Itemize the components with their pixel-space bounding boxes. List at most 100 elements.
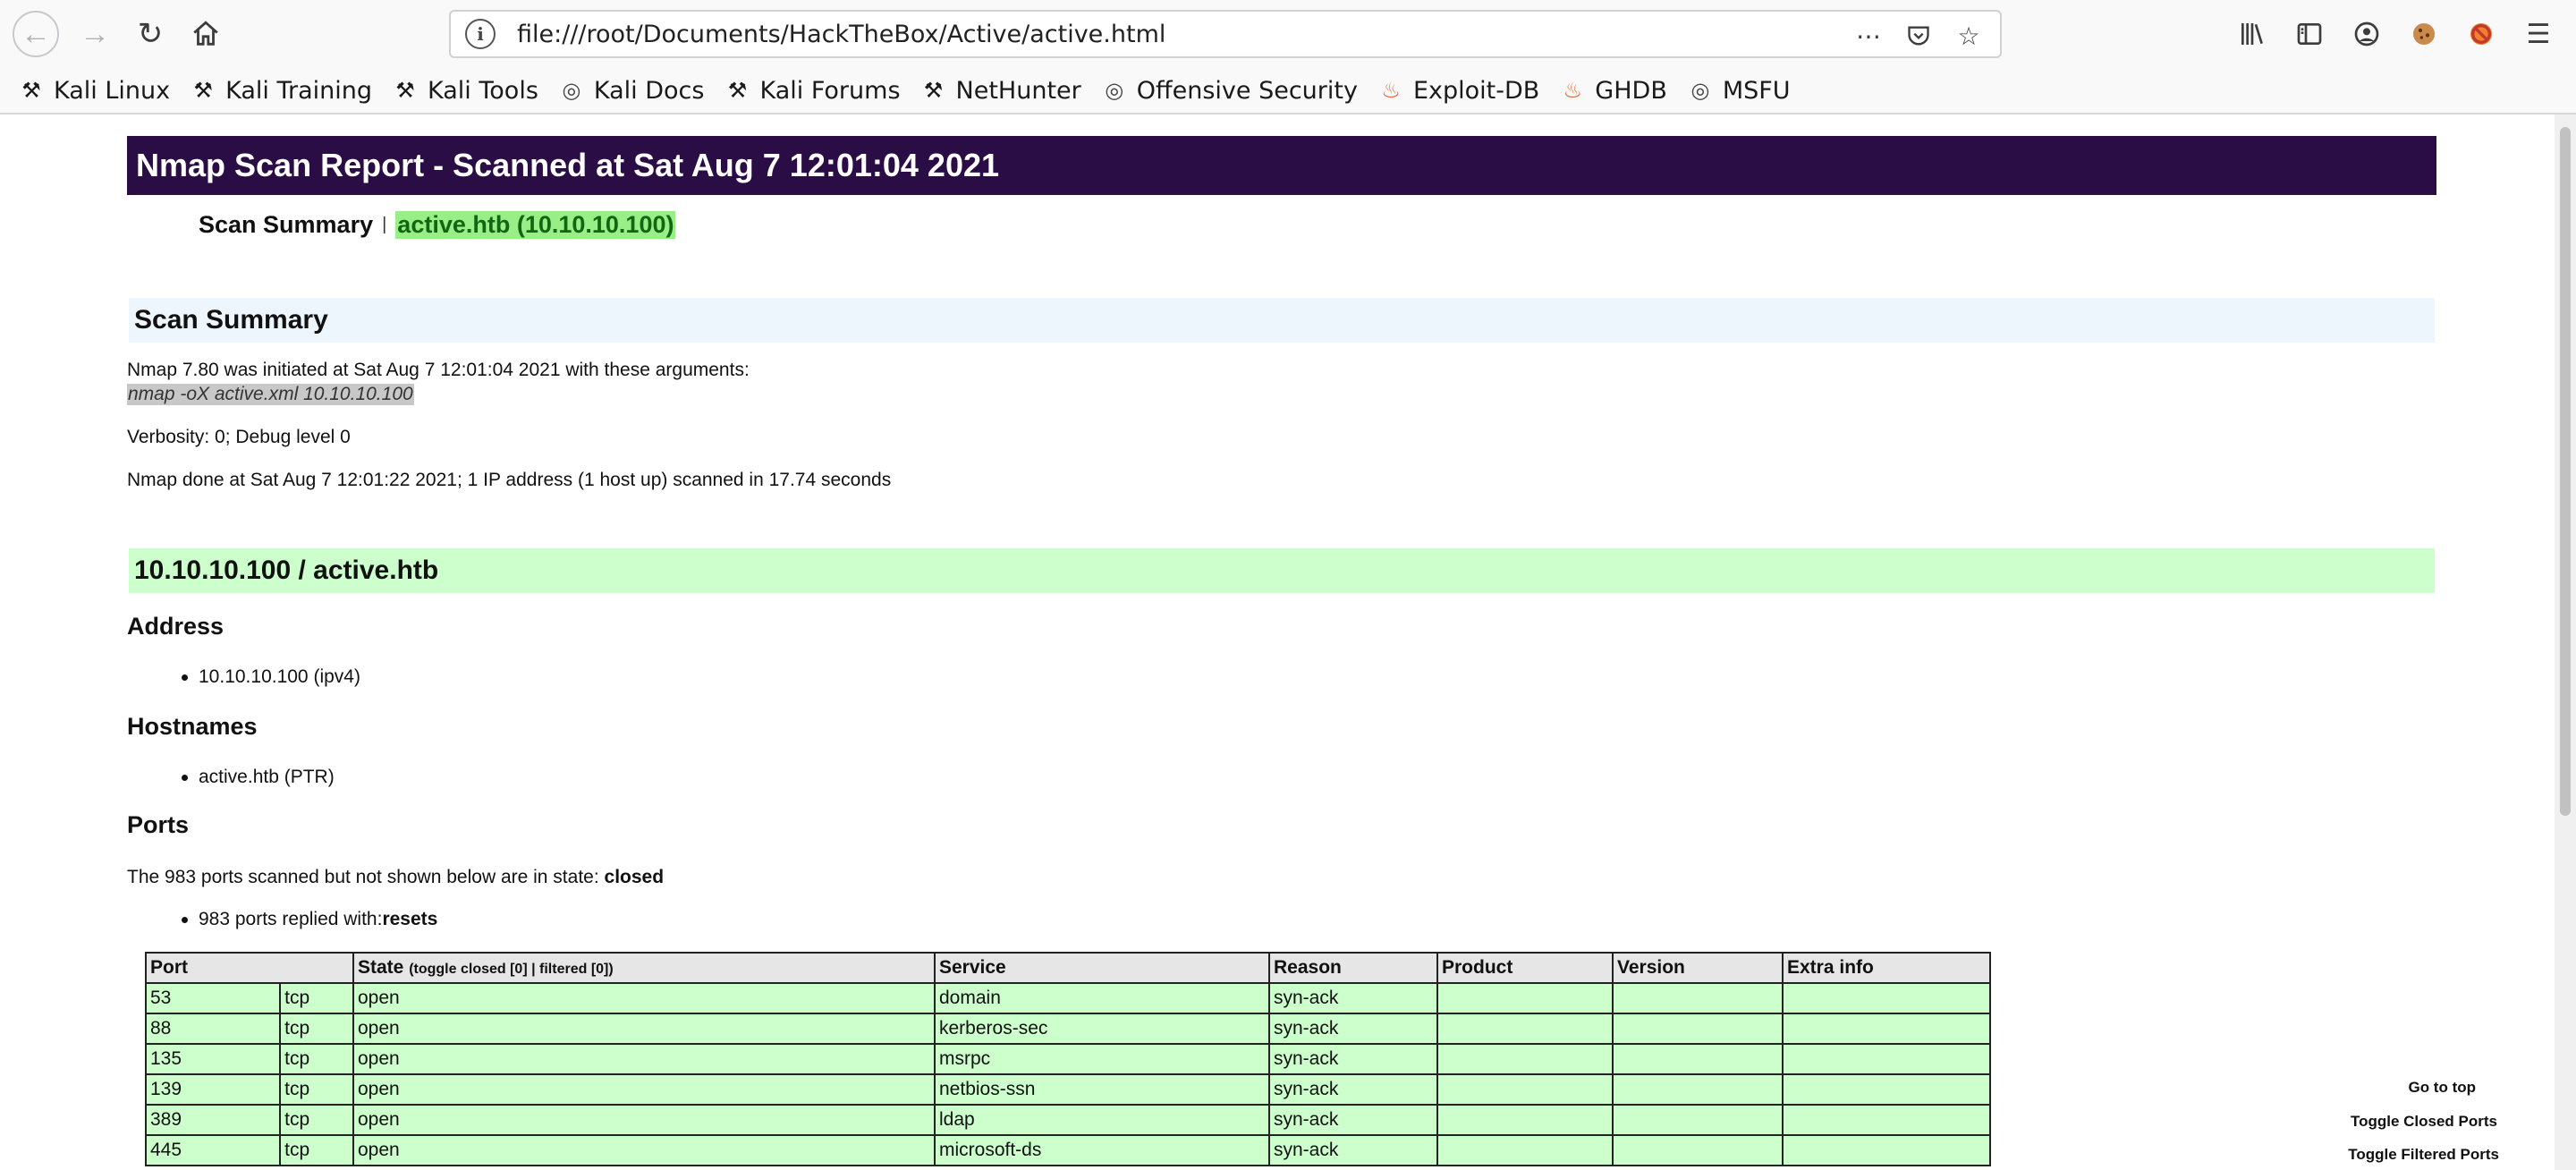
cell-product bbox=[1436, 1013, 1614, 1045]
cell-extra-info bbox=[1782, 982, 1991, 1014]
url-bar[interactable]: i file:///root/Documents/HackTheBox/Acti… bbox=[449, 10, 2002, 58]
cell-product bbox=[1436, 1104, 1614, 1136]
bookmark-item[interactable]: ⚒ Kali Forums bbox=[724, 76, 901, 105]
cell-protocol: tcp bbox=[279, 1104, 354, 1136]
reload-icon[interactable]: ↻ bbox=[127, 11, 174, 57]
cell-port: 445 bbox=[144, 1134, 282, 1166]
exploitdb-icon: ♨ bbox=[1381, 78, 1401, 103]
page-scrollbar[interactable] bbox=[2555, 114, 2576, 1170]
cell-product bbox=[1436, 1073, 1614, 1106]
cell-state: open bbox=[352, 982, 936, 1014]
back-arrow-icon[interactable]: ← bbox=[13, 11, 59, 57]
header-product: Product bbox=[1436, 952, 1614, 984]
bookmark-item[interactable]: ◎ Offensive Security bbox=[1101, 77, 1358, 105]
address-heading: Address bbox=[127, 613, 225, 640]
account-icon[interactable] bbox=[2345, 13, 2388, 55]
cell-service: microsoft-ds bbox=[934, 1134, 1270, 1166]
cell-version bbox=[1612, 1013, 1784, 1045]
cell-extra-info bbox=[1782, 1134, 1991, 1166]
cell-version bbox=[1612, 1104, 1784, 1136]
bookmark-label: Exploit-DB bbox=[1412, 76, 1540, 105]
bookmark-item[interactable]: ⚒ NetHunter bbox=[920, 77, 1081, 105]
info-icon[interactable]: i bbox=[465, 19, 496, 49]
forward-arrow-icon[interactable]: → bbox=[72, 11, 118, 57]
toggle-closed-ports-link[interactable]: Toggle Closed Ports bbox=[2351, 1113, 2497, 1131]
bookmark-label: MSFU bbox=[1722, 76, 1791, 105]
cell-service: msrpc bbox=[934, 1043, 1270, 1075]
cell-reason: syn-ack bbox=[1268, 1043, 1438, 1075]
bookmark-item[interactable]: ♨ Exploit-DB bbox=[1377, 77, 1539, 105]
globe-icon: ◎ bbox=[1105, 78, 1124, 103]
blocked-extension-icon[interactable] bbox=[2460, 13, 2503, 55]
header-version: Version bbox=[1612, 952, 1784, 984]
scrollbar-thumb[interactable] bbox=[2560, 127, 2571, 816]
nav-host-link[interactable]: active.htb (10.10.10.100) bbox=[395, 211, 676, 239]
table-row: 53 tcp open domain syn-ack bbox=[144, 982, 1991, 1014]
table-row: 135 tcp open msrpc syn-ack bbox=[144, 1043, 1991, 1075]
ports-note: The 983 ports scanned but not shown belo… bbox=[127, 867, 664, 888]
table-row: 139 tcp open netbios-ssn syn-ack bbox=[144, 1073, 1991, 1106]
cell-version bbox=[1612, 1043, 1784, 1075]
pocket-icon[interactable] bbox=[1900, 17, 1937, 55]
cell-version bbox=[1612, 982, 1784, 1014]
verbosity-text: Verbosity: 0; Debug level 0 bbox=[127, 427, 351, 447]
cell-extra-info bbox=[1782, 1043, 1991, 1075]
bookmark-item[interactable]: ⚒ Kali Linux bbox=[18, 77, 170, 105]
toggle-filtered-ports-link[interactable]: Toggle Filtered Ports bbox=[2348, 1146, 2499, 1164]
header-service: Service bbox=[934, 952, 1270, 984]
cell-state: open bbox=[352, 1104, 936, 1136]
bookmarks-toolbar: ⚒ Kali Linux ⚒ Kali Training ⚒ Kali Tools ◎ Kal… bbox=[0, 68, 2576, 114]
header-extra-info: Extra info bbox=[1782, 952, 1991, 984]
bookmark-item[interactable]: ⚒ Kali Tools bbox=[392, 77, 538, 105]
menu-icon[interactable]: ☰ bbox=[2517, 13, 2560, 55]
url-text[interactable]: file:///root/Documents/HackTheBox/Active… bbox=[517, 21, 1165, 48]
initiated-text: Nmap 7.80 was initiated at Sat Aug 7 12:… bbox=[127, 360, 750, 380]
bookmark-label: Kali Docs bbox=[593, 76, 705, 105]
cell-extra-info bbox=[1782, 1013, 1991, 1045]
cookie-extension-icon[interactable] bbox=[2402, 13, 2445, 55]
table-row: 389 tcp open ldap syn-ack bbox=[144, 1104, 1991, 1136]
cell-service: ldap bbox=[934, 1104, 1270, 1136]
state-toggle-link[interactable]: (toggle closed [0] | filtered [0]) bbox=[409, 962, 614, 977]
hostnames-heading: Hostnames bbox=[127, 713, 258, 740]
address-value: 10.10.10.100 (ipv4) bbox=[199, 666, 360, 687]
replied-item: 983 ports replied with: resets bbox=[182, 909, 437, 930]
cell-port: 139 bbox=[144, 1073, 282, 1106]
cell-state: open bbox=[352, 1043, 936, 1075]
library-icon[interactable] bbox=[2231, 13, 2274, 55]
bookmark-item[interactable]: ♨ GHDB bbox=[1559, 77, 1667, 105]
ports-note-prefix: The 983 ports scanned but not shown belo… bbox=[127, 867, 605, 887]
bookmark-star-icon[interactable]: ☆ bbox=[1950, 17, 1987, 55]
bookmark-label: Kali Forums bbox=[759, 76, 901, 105]
bookmark-item[interactable]: ◎ MSFU bbox=[1687, 76, 1791, 105]
home-icon[interactable] bbox=[182, 11, 229, 57]
address-item: 10.10.10.100 (ipv4) bbox=[182, 666, 360, 688]
exploitdb-icon: ♨ bbox=[1563, 78, 1583, 103]
globe-icon: ◎ bbox=[1690, 78, 1710, 103]
scan-summary-heading: Scan Summary bbox=[129, 298, 2435, 343]
cell-product bbox=[1436, 982, 1614, 1014]
cell-version bbox=[1612, 1134, 1784, 1166]
sidebar-icon[interactable] bbox=[2288, 13, 2331, 55]
header-state: State (toggle closed [0] | filtered [0]) bbox=[352, 952, 936, 984]
bookmark-label: NetHunter bbox=[955, 76, 1081, 105]
cell-product bbox=[1436, 1043, 1614, 1075]
replied-prefix: 983 ports replied with: bbox=[199, 909, 383, 929]
cell-state: open bbox=[352, 1073, 936, 1106]
cell-service: kerberos-sec bbox=[934, 1013, 1270, 1045]
cell-port: 88 bbox=[144, 1013, 282, 1045]
cell-reason: syn-ack bbox=[1268, 1134, 1438, 1166]
page-actions-icon[interactable]: ⋯ bbox=[1850, 17, 1887, 55]
table-row: 88 tcp open kerberos-sec syn-ack bbox=[144, 1013, 1991, 1045]
bookmark-label: Kali Training bbox=[225, 76, 373, 105]
cell-service: domain bbox=[934, 982, 1270, 1014]
go-to-top-link[interactable]: Go to top bbox=[2408, 1079, 2476, 1097]
header-reason: Reason bbox=[1268, 952, 1438, 984]
nav-scan-summary-link[interactable]: Scan Summary bbox=[199, 211, 373, 239]
bookmark-label: Kali Linux bbox=[54, 76, 171, 105]
bookmark-item[interactable]: ◎ Kali Docs bbox=[558, 76, 705, 105]
bookmark-item[interactable]: ⚒ Kali Training bbox=[190, 77, 372, 105]
report-nav: Scan Summary | active.htb (10.10.10.100) bbox=[199, 211, 676, 239]
cell-protocol: tcp bbox=[279, 982, 354, 1014]
replied-reason: resets bbox=[382, 909, 438, 929]
